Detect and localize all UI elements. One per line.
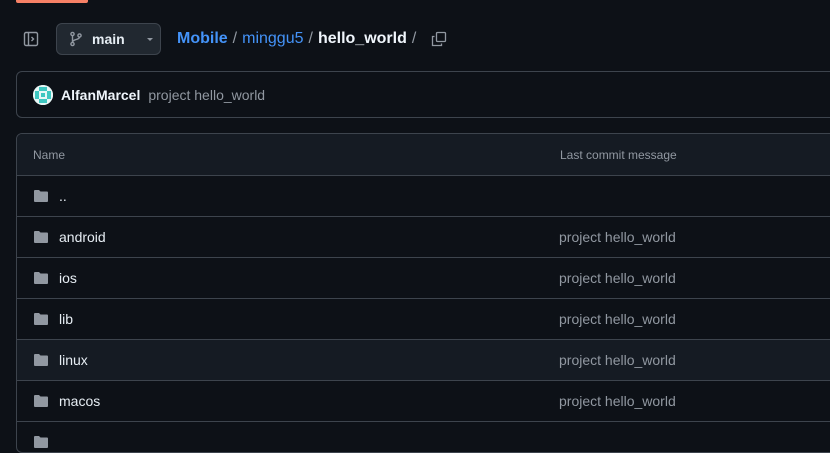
breadcrumb-separator: / xyxy=(232,30,238,47)
commit-message-link[interactable]: project hello_world xyxy=(559,352,676,368)
column-header-message: Last commit message xyxy=(560,147,677,162)
table-header: Name Last commit message xyxy=(17,134,830,176)
table-row[interactable] xyxy=(17,422,830,452)
breadcrumb: Mobile / minggu5 / hello_world / xyxy=(177,30,421,48)
breadcrumb-current: hello_world xyxy=(317,30,407,47)
latest-commit-bar: AlfanMarcel project hello_world xyxy=(16,71,830,118)
table-row[interactable]: macos project hello_world xyxy=(17,381,830,422)
table-row[interactable]: .. xyxy=(17,176,830,217)
breadcrumb-separator: / xyxy=(308,30,313,47)
file-name-link[interactable]: .. xyxy=(59,188,67,204)
folder-icon xyxy=(33,434,49,450)
branch-selector-button[interactable]: main xyxy=(56,23,161,55)
folder-icon xyxy=(33,393,49,409)
breadcrumb-folder-link[interactable]: minggu5 xyxy=(242,30,303,48)
commit-author-link[interactable]: AlfanMarcel xyxy=(61,87,140,103)
active-tab-indicator xyxy=(16,0,88,3)
folder-icon xyxy=(33,188,49,204)
folder-icon xyxy=(33,270,49,286)
file-name-link[interactable]: macos xyxy=(59,393,100,409)
sidebar-expand-icon[interactable] xyxy=(22,30,40,48)
file-table: Name Last commit message .. android proj… xyxy=(16,133,830,453)
breadcrumb-separator: / xyxy=(411,30,417,47)
commit-message-link[interactable]: project hello_world xyxy=(559,229,676,245)
branch-name: main xyxy=(92,31,125,47)
commit-message-link[interactable]: project hello_world xyxy=(148,87,265,103)
copy-icon[interactable] xyxy=(430,30,448,48)
commit-message-link[interactable]: project hello_world xyxy=(559,311,676,327)
file-name-link[interactable]: lib xyxy=(59,311,73,327)
file-name-link[interactable]: ios xyxy=(59,270,77,286)
folder-icon xyxy=(33,229,49,245)
commit-message-link[interactable]: project hello_world xyxy=(559,270,676,286)
repo-header: main Mobile / minggu5 / hello_world / xyxy=(0,22,830,56)
folder-icon xyxy=(33,352,49,368)
column-header-name: Name xyxy=(33,147,66,162)
avatar[interactable] xyxy=(33,84,53,105)
table-row[interactable]: android project hello_world xyxy=(17,217,830,258)
table-row[interactable]: linux project hello_world xyxy=(17,340,830,381)
git-branch-icon xyxy=(69,31,83,47)
breadcrumb-repo-link[interactable]: Mobile xyxy=(177,30,228,48)
table-row[interactable]: ios project hello_world xyxy=(17,258,830,299)
table-row[interactable]: lib project hello_world xyxy=(17,299,830,340)
commit-message-link[interactable]: project hello_world xyxy=(559,393,676,409)
chevron-down-icon xyxy=(145,34,155,44)
file-name-link[interactable]: linux xyxy=(59,352,88,368)
folder-icon xyxy=(33,311,49,327)
file-name-link[interactable]: android xyxy=(59,229,106,245)
